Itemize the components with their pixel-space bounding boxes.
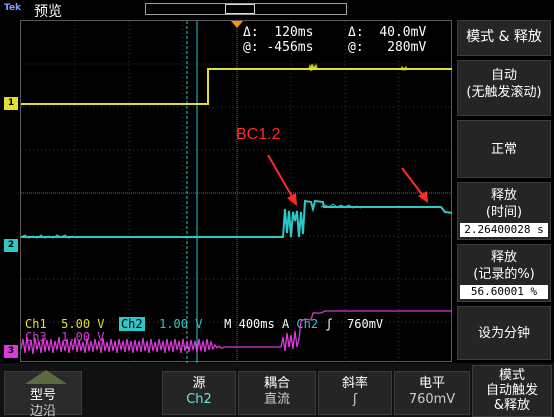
source-label: 源 bbox=[192, 376, 206, 391]
side-button-set-minimum[interactable]: 设为分钟 bbox=[457, 306, 551, 360]
set-minimum-label: 设为分钟 bbox=[477, 326, 530, 341]
ch2-ground-marker[interactable]: 2 bbox=[4, 239, 18, 252]
bottom-menu: 型号 边沿 源 Ch2 耦合 直流 斜率 ʃ 电平 760mV 模式 自动触发 … bbox=[0, 363, 554, 417]
coupling-value: 直流 bbox=[263, 392, 290, 407]
level-label: 电平 bbox=[418, 376, 445, 391]
mode-value: 自动触发 bbox=[485, 383, 538, 398]
annotation-arrowhead-2 bbox=[418, 191, 428, 203]
side-menu-title: 模式 & 释放 bbox=[457, 20, 551, 56]
trigger-type-label: 型号 bbox=[29, 388, 56, 403]
holdoff-percent-label: 释放 bbox=[490, 250, 517, 265]
mode-label: 模式 bbox=[498, 368, 525, 383]
mode-value-2: &释放 bbox=[493, 398, 531, 413]
slope-value: ʃ bbox=[352, 392, 358, 407]
coupling-label: 耦合 bbox=[263, 376, 290, 391]
holdoff-time-value[interactable]: 2.26400028 s bbox=[460, 223, 548, 237]
normal-label: 正常 bbox=[490, 142, 517, 157]
side-button-auto[interactable]: 自动 (无触发滚动) bbox=[457, 60, 551, 116]
bottom-button-trigger-type[interactable]: 型号 边沿 bbox=[4, 370, 82, 417]
side-button-holdoff-percent[interactable]: 释放 (记录的%) 56.60001 % bbox=[457, 244, 551, 302]
side-menu: 模式 & 释放 自动 (无触发滚动) 正常 释放 (时间) 2.26400028… bbox=[452, 20, 554, 362]
side-button-holdoff-time[interactable]: 释放 (时间) 2.26400028 s bbox=[457, 182, 551, 240]
holdoff-percent-value[interactable]: 56.60001 % bbox=[460, 285, 548, 299]
level-value: 760mV bbox=[408, 392, 456, 407]
bottom-button-coupling[interactable]: 耦合 直流 bbox=[238, 371, 316, 415]
oscilloscope-screen: Tek 预览 Δ: 120ms @: -456ms Δ: 40.0mV @: 2… bbox=[0, 0, 554, 417]
ch1-ground-marker[interactable]: 1 bbox=[4, 97, 18, 110]
source-value: Ch2 bbox=[186, 392, 212, 407]
bottom-button-mode-holdoff[interactable]: 模式 自动触发 &释放 bbox=[472, 365, 552, 417]
side-button-normal[interactable]: 正常 bbox=[457, 120, 551, 178]
holdoff-percent-sublabel: (记录的%) bbox=[473, 267, 535, 282]
bottom-button-level[interactable]: 电平 760mV bbox=[394, 371, 470, 415]
annotation-arrow-1 bbox=[267, 154, 295, 201]
holdoff-time-sublabel: (时间) bbox=[485, 205, 523, 220]
auto-label: 自动 bbox=[490, 68, 517, 83]
bottom-button-source[interactable]: 源 Ch2 bbox=[162, 371, 236, 415]
ch3-ground-marker[interactable]: 3 bbox=[4, 345, 18, 358]
holdoff-time-label: 释放 bbox=[490, 188, 517, 203]
trigger-type-value: 边沿 bbox=[29, 404, 56, 417]
bottom-button-slope[interactable]: 斜率 ʃ bbox=[318, 371, 392, 415]
slope-label: 斜率 bbox=[341, 376, 368, 391]
auto-sublabel: (无触发滚动) bbox=[466, 85, 542, 100]
annotation-arrow-2 bbox=[401, 167, 425, 198]
menu-up-arrow-icon bbox=[25, 370, 67, 384]
